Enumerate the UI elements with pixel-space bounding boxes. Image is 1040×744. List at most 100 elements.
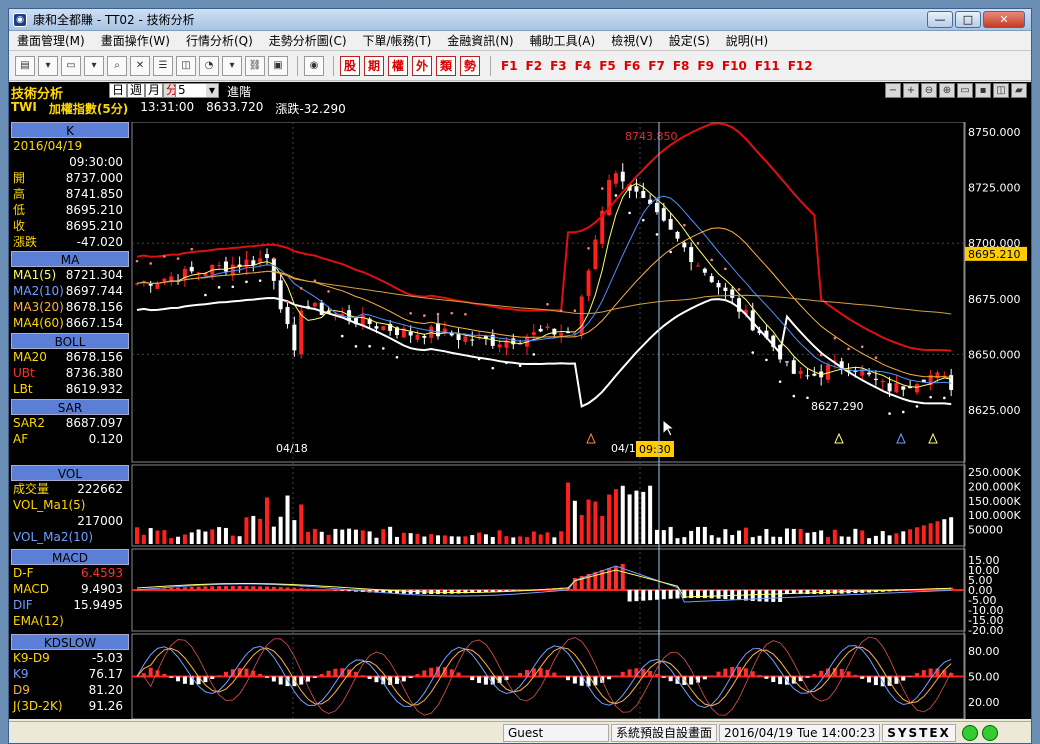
indicator-value: 8741.850 [65,187,123,201]
panel-title[interactable]: MACD [11,549,129,565]
save-icon[interactable]: ▪ [975,83,991,98]
panel-title[interactable]: MA [11,251,129,267]
sar-dot [340,334,344,338]
dropdown-icon[interactable]: ▾ [84,55,104,76]
menu-settings[interactable]: 設定(S) [661,32,718,49]
menu-trend-chart[interactable]: 走勢分析圖(C) [261,32,355,49]
candle [360,315,365,325]
ma5-line [136,182,952,388]
chart-icon[interactable]: ▣ [268,55,288,76]
period-select[interactable]: 5 ▼ [175,83,219,98]
dropdown-icon[interactable]: ▾ [222,55,242,76]
menu-view[interactable]: 檢視(V) [603,32,661,49]
kd-bar [709,675,714,677]
f3-button[interactable]: F3 [550,59,567,73]
sar-dot [874,356,878,359]
panel-title[interactable]: VOL [11,465,129,481]
macd-bar [812,590,817,594]
macd-bar [176,587,181,590]
chevron-down-icon[interactable]: ▼ [206,84,218,97]
menu-tools[interactable]: 輔助工具(A) [522,32,604,49]
kd-bar [306,676,311,682]
columns-icon[interactable]: ◫ [176,55,196,76]
magnify-minus-icon[interactable]: ⊖ [921,83,937,98]
kd-bar [415,674,420,677]
link-icon[interactable]: ⛓ [245,55,265,76]
f12-button[interactable]: F12 [788,59,813,73]
options-button[interactable]: 權 [388,55,408,76]
folder-icon[interactable]: ▰ [1011,83,1027,98]
volume-bar [709,535,714,544]
indicator-label: SAR2 [13,416,46,430]
close-button[interactable]: ✕ [983,11,1025,28]
sar-dot [477,357,481,361]
menu-screen-operate[interactable]: 畫面操作(W) [93,32,178,49]
panel-title[interactable]: BOLL [11,333,129,349]
candle [784,361,789,363]
menu-help[interactable]: 說明(H) [718,32,776,49]
f11-button[interactable]: F11 [755,59,780,73]
minimize-button[interactable]: — [927,11,953,28]
candle [730,289,735,298]
close-icon[interactable]: ✕ [130,55,150,76]
period-week[interactable]: 週 [127,83,146,98]
f4-button[interactable]: F4 [575,59,592,73]
zoom-out-icon[interactable]: − [885,83,901,98]
menu-screen-manage[interactable]: 畫面管理(M) [9,32,93,49]
maximize-button[interactable]: □ [955,11,981,28]
search-icon[interactable]: ⌕ [107,55,127,76]
ma60-line [136,270,952,315]
kd-bar [620,671,625,677]
f5-button[interactable]: F5 [599,59,616,73]
kd-bar [627,669,632,677]
category-button[interactable]: 類 [436,55,456,76]
stock-button[interactable]: 股 [340,55,360,76]
f9-button[interactable]: F9 [697,59,714,73]
foreign-button[interactable]: 外 [412,55,432,76]
kd-row: D9 81.20 [11,682,129,698]
split-icon[interactable]: ☰ [153,55,173,76]
logo-icon[interactable]: ◉ [304,55,324,76]
advanced-button[interactable]: 進階 [227,83,251,100]
volume-bar [442,535,447,544]
volume-bar [463,536,468,544]
volume-bar [853,528,858,544]
price-chart[interactable]: 8750.0008725.0008700.0008675.0008650.000… [131,122,1031,719]
window-icon[interactable]: ▭ [61,55,81,76]
period-day[interactable]: 日 [109,83,128,98]
f2-button[interactable]: F2 [526,59,543,73]
volume-bar [538,534,543,544]
macd-bar [155,588,160,590]
f10-button[interactable]: F10 [722,59,747,73]
kd-bar [223,671,228,677]
panel-title[interactable]: SAR [11,399,129,415]
candle [901,386,906,390]
kd-bar [326,670,331,677]
display-icon[interactable]: ▭ [957,83,973,98]
menu-quote-analysis[interactable]: 行情分析(Q) [178,32,261,49]
dropdown-icon[interactable]: ▾ [38,55,58,76]
menu-finance-info[interactable]: 金融資訊(N) [439,32,521,49]
gauge-icon[interactable]: ◔ [199,55,219,76]
brand-logo: SYSTEX [882,723,956,742]
magnify-plus-icon[interactable]: ⊕ [939,83,955,98]
window-icon[interactable]: ◫ [993,83,1009,98]
sar-dot [901,410,905,414]
layout-icon[interactable]: ▤ [15,55,35,76]
sar-row: SAR2 8687.097 [11,415,129,431]
panel-title[interactable]: KDSLOW [11,634,129,650]
volume-bar [169,538,174,544]
f1-button[interactable]: F1 [501,59,518,73]
indicator-value: 8667.154 [65,316,123,330]
zoom-in-icon[interactable]: + [903,83,919,98]
f6-button[interactable]: F6 [624,59,641,73]
status-user: Guest [503,723,609,742]
f8-button[interactable]: F8 [673,59,690,73]
volume-bar [244,517,249,544]
panel-title[interactable]: K [11,122,129,138]
f7-button[interactable]: F7 [648,59,665,73]
trend-button[interactable]: 勢 [460,55,480,76]
futures-button[interactable]: 期 [364,55,384,76]
menu-order-account[interactable]: 下單/帳務(T) [355,32,440,49]
period-month[interactable]: 月 [145,83,164,98]
